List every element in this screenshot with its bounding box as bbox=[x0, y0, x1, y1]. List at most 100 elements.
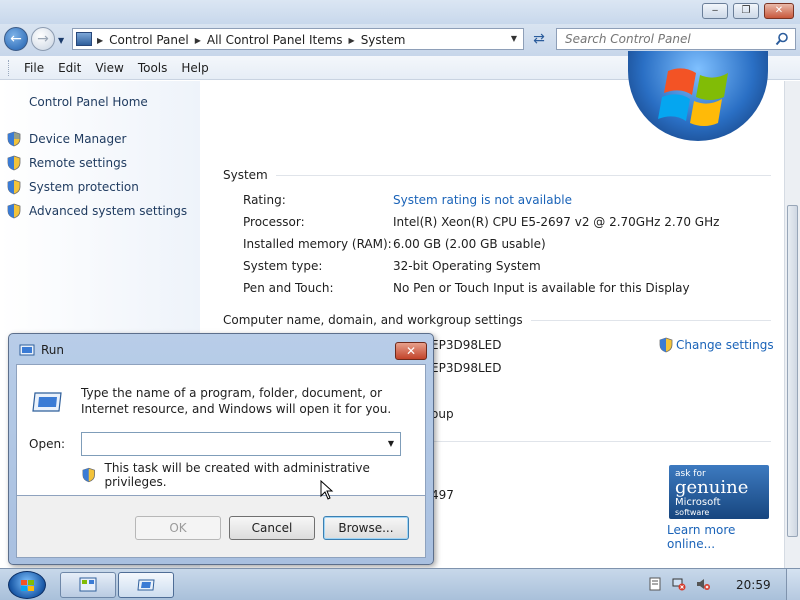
admin-privileges-note: This task will be created with administr… bbox=[81, 461, 425, 489]
processor-label: Processor: bbox=[243, 215, 305, 229]
genuine-brand: Microsoft bbox=[675, 497, 721, 508]
product-id-value: 497 bbox=[431, 488, 454, 502]
memory-value: 6.00 GB (2.00 GB usable) bbox=[393, 237, 546, 251]
sidebar-item-advanced-system-settings[interactable]: Advanced system settings bbox=[6, 203, 187, 219]
forward-arrow-icon[interactable]: → bbox=[31, 27, 55, 51]
breadcrumb-separator-icon[interactable]: ▶ bbox=[195, 36, 201, 45]
vertical-scrollbar[interactable] bbox=[784, 81, 800, 568]
run-button-bar: OK Cancel Browse... bbox=[16, 496, 426, 558]
system-section-heading: System bbox=[223, 168, 771, 182]
breadcrumb-separator-icon[interactable]: ▶ bbox=[97, 36, 103, 45]
back-arrow-icon[interactable]: ← bbox=[4, 27, 28, 51]
control-panel-home-link[interactable]: Control Panel Home bbox=[29, 95, 148, 109]
run-dialog-title: Run bbox=[41, 343, 65, 357]
address-dropdown-icon[interactable]: ▼ bbox=[508, 32, 520, 46]
menu-tools[interactable]: Tools bbox=[131, 61, 175, 75]
shield-icon bbox=[7, 179, 21, 195]
taskbar-clock[interactable]: 20:59 bbox=[736, 578, 771, 592]
run-program-icon bbox=[32, 392, 62, 412]
admin-note-text: This task will be created with administr… bbox=[104, 461, 370, 489]
run-program-icon bbox=[137, 579, 155, 591]
sidebar-item-device-manager[interactable]: Device Manager bbox=[6, 131, 126, 147]
window-titlebar: ‒ ❐ ✕ bbox=[0, 0, 800, 24]
processor-value: Intel(R) Xeon(R) CPU E5-2697 v2 @ 2.70GH… bbox=[393, 215, 720, 229]
breadcrumb-separator-icon[interactable]: ▶ bbox=[349, 36, 355, 45]
run-dialog-titlebar: Run bbox=[19, 343, 64, 357]
genuine-word: genuine bbox=[675, 477, 749, 498]
menu-file[interactable]: File bbox=[17, 61, 51, 75]
breadcrumb-system[interactable]: System bbox=[361, 33, 406, 47]
open-input[interactable] bbox=[82, 433, 380, 455]
rating-label: Rating: bbox=[243, 193, 286, 207]
run-dialog: Run ✕ Type the name of a program, folder… bbox=[8, 333, 434, 565]
menu-grip bbox=[8, 59, 11, 76]
run-close-button[interactable]: ✕ bbox=[395, 342, 427, 360]
shield-icon bbox=[7, 155, 21, 171]
sidebar-item-label: System protection bbox=[29, 180, 139, 194]
start-button[interactable] bbox=[8, 571, 46, 599]
search-input[interactable] bbox=[557, 29, 767, 49]
change-settings-link[interactable]: Change settings bbox=[658, 337, 774, 353]
genuine-microsoft-badge[interactable]: ask for genuine Microsoft software bbox=[669, 465, 769, 519]
control-panel-icon bbox=[79, 577, 97, 592]
address-bar[interactable]: ▶ Control Panel ▶ All Control Panel Item… bbox=[72, 28, 524, 50]
menu-view[interactable]: View bbox=[88, 61, 130, 75]
scrollbar-thumb[interactable] bbox=[787, 205, 798, 537]
section-divider bbox=[275, 174, 771, 176]
show-desktop-button[interactable] bbox=[786, 569, 800, 600]
sidebar-item-remote-settings[interactable]: Remote settings bbox=[6, 155, 127, 171]
network-icon[interactable] bbox=[672, 577, 686, 591]
shield-icon bbox=[659, 337, 673, 353]
change-settings-label: Change settings bbox=[676, 338, 774, 352]
workgroup-value: oup bbox=[431, 407, 454, 421]
learn-more-link[interactable]: Learn more online... bbox=[667, 523, 784, 551]
taskbar-run-button[interactable] bbox=[118, 572, 174, 598]
windows-flag-icon bbox=[658, 68, 728, 126]
run-description: Type the name of a program, folder, docu… bbox=[81, 386, 392, 416]
windows-flag-icon bbox=[21, 580, 34, 591]
run-dialog-body: Type the name of a program, folder, docu… bbox=[16, 364, 426, 496]
action-center-icon[interactable] bbox=[648, 577, 662, 591]
menu-help[interactable]: Help bbox=[174, 61, 215, 75]
open-combobox[interactable]: ▼ bbox=[81, 432, 401, 456]
ok-button[interactable]: OK bbox=[135, 516, 221, 540]
minimize-button[interactable]: ‒ bbox=[702, 3, 728, 19]
activation-section-divider bbox=[431, 441, 771, 442]
menu-edit[interactable]: Edit bbox=[51, 61, 88, 75]
genuine-sub: software bbox=[675, 508, 710, 517]
browse-button[interactable]: Browse... bbox=[323, 516, 409, 540]
computer-name-section-heading: Computer name, domain, and workgroup set… bbox=[223, 313, 771, 327]
computer-name-value: EP3D98LED bbox=[431, 338, 502, 352]
windows-logo bbox=[628, 51, 768, 141]
shield-icon bbox=[7, 131, 21, 147]
system-type-label: System type: bbox=[243, 259, 323, 273]
mouse-cursor-icon bbox=[320, 480, 334, 500]
search-box[interactable] bbox=[556, 28, 796, 50]
shield-icon bbox=[7, 203, 21, 219]
close-button[interactable]: ✕ bbox=[764, 3, 794, 19]
cancel-button[interactable]: Cancel bbox=[229, 516, 315, 540]
shield-icon bbox=[82, 467, 95, 483]
refresh-icon[interactable]: ⇄ bbox=[528, 28, 550, 50]
volume-muted-icon[interactable] bbox=[696, 577, 710, 591]
control-panel-icon bbox=[76, 32, 92, 46]
breadcrumb-all-items[interactable]: All Control Panel Items bbox=[207, 33, 343, 47]
section-title: System bbox=[223, 168, 268, 182]
memory-label: Installed memory (RAM): bbox=[243, 237, 392, 251]
maximize-button[interactable]: ❐ bbox=[733, 3, 759, 19]
section-title: Computer name, domain, and workgroup set… bbox=[223, 313, 523, 327]
search-icon[interactable] bbox=[775, 32, 789, 46]
section-divider bbox=[431, 441, 771, 442]
recent-pages-dropdown[interactable]: ▼ bbox=[58, 36, 64, 45]
sidebar-item-system-protection[interactable]: System protection bbox=[6, 179, 139, 195]
taskbar-control-panel-button[interactable] bbox=[60, 572, 116, 598]
pen-touch-value: No Pen or Touch Input is available for t… bbox=[393, 281, 690, 295]
system-type-value: 32-bit Operating System bbox=[393, 259, 541, 273]
sidebar-item-label: Advanced system settings bbox=[29, 204, 188, 218]
rating-link[interactable]: System rating is not available bbox=[393, 193, 572, 207]
open-label: Open: bbox=[29, 437, 66, 451]
chevron-down-icon[interactable]: ▼ bbox=[384, 437, 398, 451]
taskbar: 20:59 bbox=[0, 568, 800, 600]
breadcrumb-control-panel[interactable]: Control Panel bbox=[109, 33, 189, 47]
run-program-icon bbox=[19, 344, 35, 356]
